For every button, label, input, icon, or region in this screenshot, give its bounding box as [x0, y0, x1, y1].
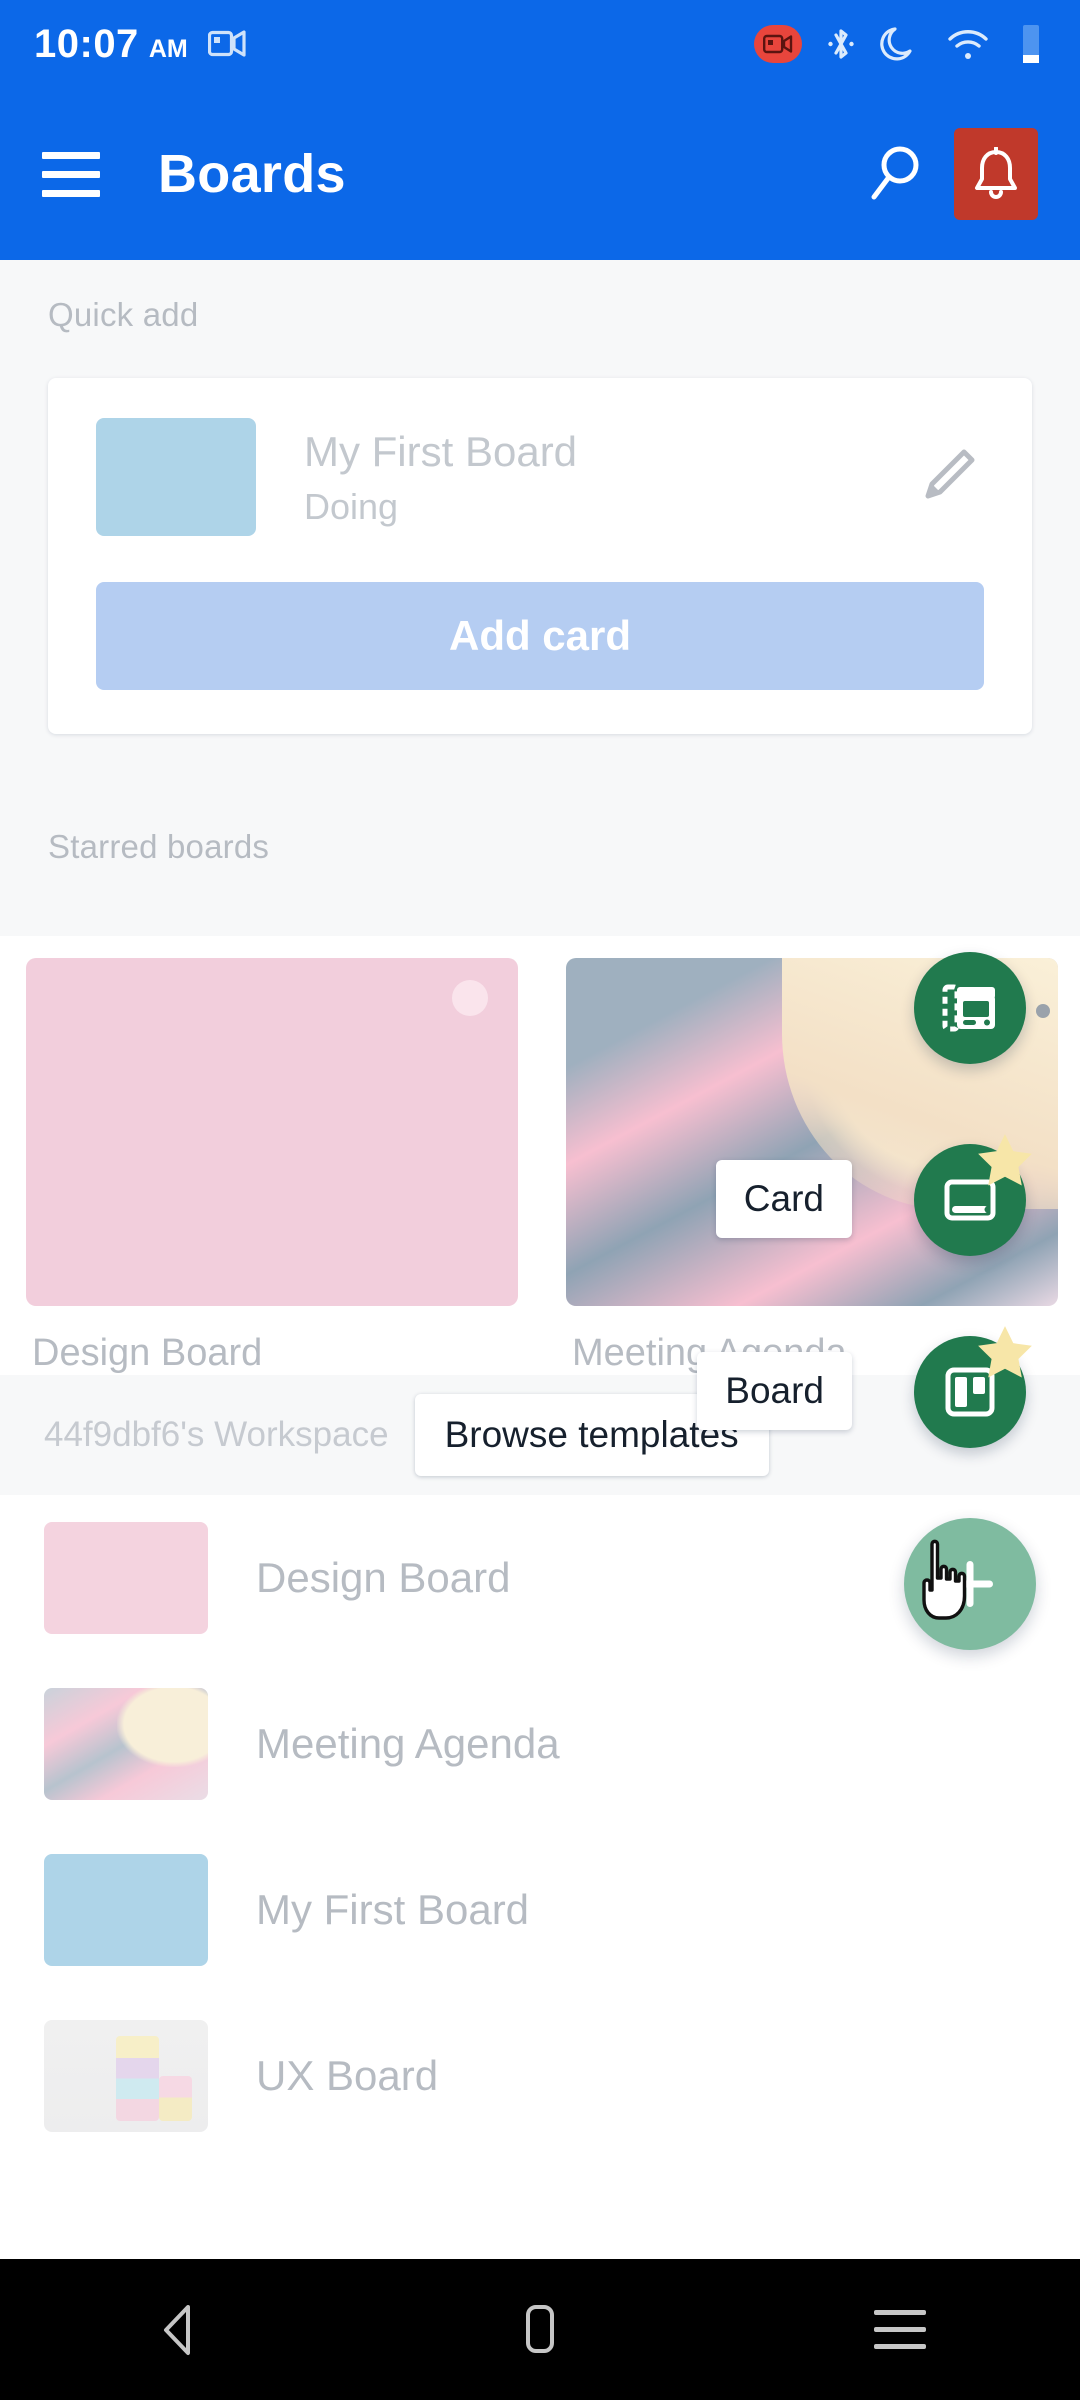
- app-bar: Boards: [0, 88, 1080, 260]
- quick-add-board-texts: My First Board Doing: [304, 426, 910, 529]
- board-thumbnail: [44, 1688, 208, 1800]
- screen-record-icon: [754, 25, 802, 63]
- search-icon[interactable]: [862, 139, 928, 209]
- starred-board-tile[interactable]: Design Board: [26, 958, 518, 1375]
- templates-icon: [942, 984, 995, 1032]
- add-card-button[interactable]: Add card: [96, 582, 984, 690]
- create-card-fab[interactable]: [914, 1134, 1032, 1256]
- quick-add-board-thumbnail: [96, 418, 256, 536]
- status-time: 10:07: [34, 21, 139, 66]
- main-create-fab[interactable]: [904, 1518, 1036, 1650]
- wifi-icon: [948, 30, 988, 59]
- page-title: Boards: [158, 144, 346, 204]
- board-badge-dot: [452, 980, 488, 1016]
- hamburger-menu-icon[interactable]: [42, 151, 100, 197]
- board-thumbnail: [44, 1522, 208, 1634]
- nav-home-button[interactable]: [460, 2280, 620, 2380]
- create-board-label[interactable]: Board: [697, 1352, 852, 1430]
- starred-boards-section: Starred boards: [0, 792, 1080, 936]
- create-board-fab[interactable]: [914, 1326, 1032, 1448]
- home-pill-icon: [526, 2304, 554, 2353]
- board-name: My First Board: [256, 1886, 530, 1933]
- board-list-item[interactable]: Meeting Agenda: [0, 1661, 1080, 1827]
- bell-icon: [975, 147, 1017, 199]
- starred-boards-label: Starred boards: [48, 828, 270, 865]
- board-name: Meeting Agenda: [256, 1720, 560, 1767]
- screen-cast-icon: [207, 28, 248, 60]
- workspace-name: 44f9dbf6's Workspace: [44, 1415, 389, 1454]
- create-from-template-fab[interactable]: [914, 952, 1026, 1064]
- back-triangle-icon: [164, 2304, 190, 2355]
- starred-board-thumbnail: [26, 958, 518, 1306]
- notifications-button[interactable]: [954, 128, 1038, 220]
- quick-add-card-wrapper: My First Board Doing Add card: [0, 334, 1080, 792]
- board-thumbnail: [44, 1854, 208, 1966]
- create-card-label[interactable]: Card: [715, 1160, 852, 1238]
- quick-add-label: Quick add: [48, 296, 199, 333]
- app-bar-actions: [862, 128, 1038, 220]
- android-nav-bar: [0, 2259, 1080, 2400]
- status-bar: 10:07 AM: [0, 0, 1080, 88]
- quick-add-list-name: Doing: [304, 486, 399, 528]
- do-not-disturb-icon: [880, 27, 912, 61]
- nav-recents-button[interactable]: [820, 2280, 980, 2380]
- status-ampm: AM: [148, 34, 188, 63]
- plus-icon: [947, 1561, 993, 1607]
- quick-add-board-name: My First Board: [304, 427, 578, 475]
- scroll-content[interactable]: Quick add My First Board Doing Add card …: [0, 260, 1080, 2259]
- phone-screen: 10:07 AM Boards Quick add My First Board…: [0, 0, 1080, 2400]
- recents-lines-icon: [874, 2310, 926, 2349]
- pencil-edit-icon[interactable]: [910, 440, 984, 514]
- starred-board-name: Design Board: [32, 1332, 263, 1374]
- trello-board-icon: [945, 1367, 995, 1417]
- board-name: UX Board: [256, 2052, 439, 2099]
- board-name: Design Board: [256, 1554, 511, 1601]
- board-list-item[interactable]: My First Board: [0, 1827, 1080, 1993]
- battery-icon: [1023, 25, 1039, 63]
- board-list-item[interactable]: UX Board: [0, 1993, 1080, 2159]
- quick-add-board-row[interactable]: My First Board Doing: [96, 418, 984, 536]
- quick-add-card[interactable]: My First Board Doing Add card: [48, 378, 1032, 734]
- status-bar-clock: 10:07 AM: [34, 22, 188, 67]
- quick-add-section: Quick add My First Board Doing Add card: [0, 260, 1080, 792]
- bluetooth-icon: [828, 29, 854, 59]
- card-icon: [944, 1179, 996, 1221]
- nav-back-button[interactable]: [100, 2280, 260, 2380]
- status-bar-icons: [754, 22, 1046, 66]
- board-thumbnail: [44, 2020, 208, 2132]
